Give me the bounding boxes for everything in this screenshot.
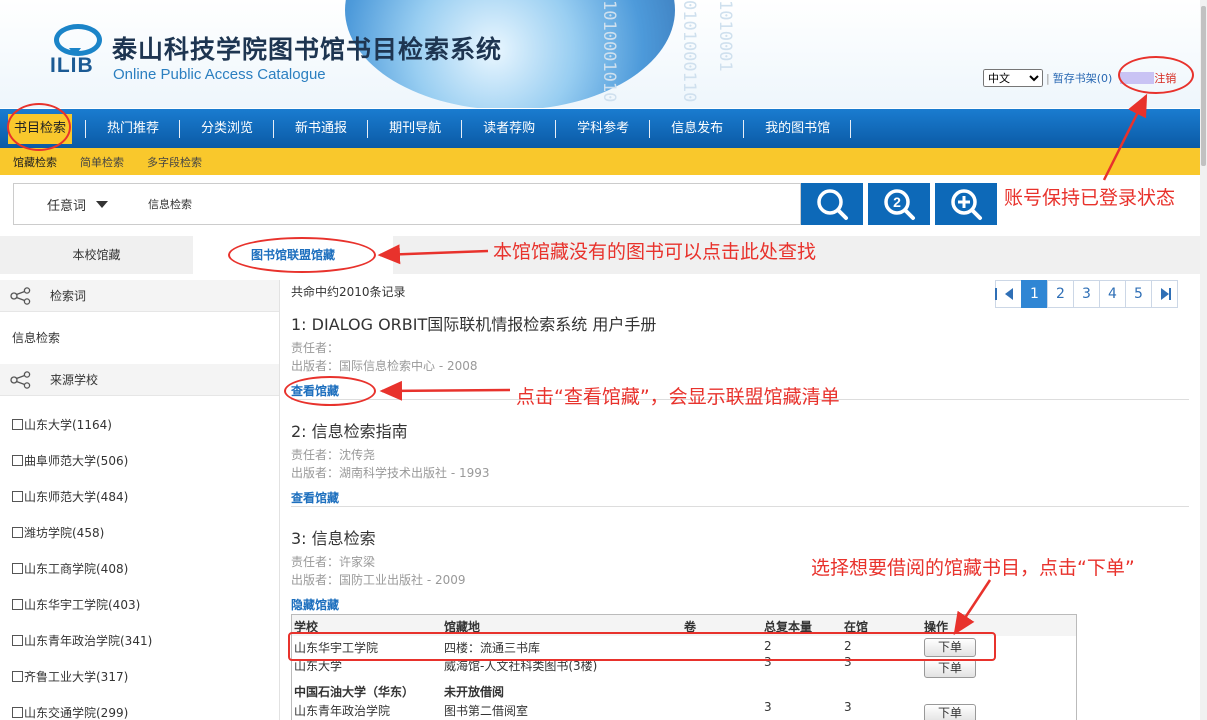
school-filter-item[interactable]: 山东华宇工学院(403)	[0, 586, 279, 622]
nav-news[interactable]: 信息发布	[650, 109, 745, 148]
record-title[interactable]: 3: 信息检索	[291, 525, 1189, 549]
first-page-icon	[994, 288, 1013, 300]
school-filter-item[interactable]: 山东师范大学(484)	[0, 478, 279, 514]
site-title: 泰山科技学院图书馆书目检索系统	[112, 35, 503, 64]
pagination: 1 2 3 4 5	[994, 280, 1178, 308]
binary-decoration: 0101000110	[679, 0, 699, 103]
divider	[291, 506, 1189, 507]
advanced-search-button[interactable]: 2	[868, 183, 930, 225]
search-2-icon: 2	[884, 189, 915, 220]
chevron-down-icon	[96, 200, 108, 208]
school-filter-item[interactable]: 曲阜师范大学(506)	[0, 442, 279, 478]
school-filter-item[interactable]: 山东交通学院(299)	[0, 694, 279, 720]
subnav-multi-field-search[interactable]: 多字段检索	[147, 154, 202, 170]
page-3[interactable]: 3	[1073, 280, 1100, 308]
checkbox[interactable]	[12, 418, 23, 430]
record-author: 责任者：沈传尧	[291, 448, 376, 462]
search-icon	[817, 189, 848, 220]
annotation-circle-union	[228, 237, 376, 273]
record-title[interactable]: 1: DIALOG ORBIT国际联机情报检索系统 用户手册	[291, 311, 1189, 335]
share-icon	[10, 370, 31, 389]
view-holdings-link[interactable]: 查看馆藏	[291, 489, 339, 506]
search-input[interactable]	[141, 183, 801, 225]
school-heading: 来源学校	[0, 364, 279, 396]
annotation-circle-logout	[1118, 56, 1194, 94]
result-record: 2: 信息检索指南 责任者：沈传尧 出版者：湖南科学技术出版社 - 1993	[291, 418, 1189, 482]
nav-new-books[interactable]: 新书通报	[274, 109, 369, 148]
checkbox[interactable]	[12, 454, 23, 466]
table-row: 中国石油大学（华东） 未开放借阅	[294, 685, 505, 699]
page-5[interactable]: 5	[1125, 280, 1152, 308]
school-filter-item[interactable]: 齐鲁工业大学(317)	[0, 658, 279, 694]
annotation-union-text: 本馆馆藏没有的图书可以点击此处查找	[493, 241, 817, 263]
tab-local-holdings[interactable]: 本校馆藏	[0, 236, 193, 274]
last-page-icon	[1160, 288, 1171, 300]
nav-recommend[interactable]: 读者荐购	[462, 109, 557, 148]
page-2[interactable]: 2	[1047, 280, 1074, 308]
header-banner: 1010001010 0101000110 1010001 ILIB 泰山科技学…	[0, 0, 1200, 108]
keyword-heading: 检索词	[0, 280, 279, 312]
page-4[interactable]: 4	[1099, 280, 1126, 308]
checkbox[interactable]	[12, 670, 23, 682]
checkbox[interactable]	[12, 598, 23, 610]
table-row: 山东青年政治学院 图书第二借阅室 3 3 下单	[292, 700, 1076, 720]
nav-browse[interactable]: 分类浏览	[180, 109, 275, 148]
ilib-logo-text: ILIB	[50, 54, 94, 77]
search-type-dropdown[interactable]: 任意词	[13, 183, 142, 225]
last-page-button[interactable]	[1151, 280, 1178, 308]
checkbox[interactable]	[12, 526, 23, 538]
keyword-value: 信息检索	[12, 331, 61, 345]
nav-hot[interactable]: 热门推荐	[86, 109, 181, 148]
site-subtitle: Online Public Access Catalogue	[113, 66, 326, 83]
record-publisher: 出版者：湖南科学技术出版社 - 1993	[291, 466, 490, 480]
annotation-login-text: 账号保持已登录状态	[1004, 187, 1176, 209]
checkbox[interactable]	[12, 706, 23, 718]
annotation-circle-catalog	[7, 103, 71, 151]
order-button[interactable]: 下单	[924, 704, 976, 720]
arrow-view	[379, 380, 511, 401]
record-publisher: 出版者：国际信息检索中心 - 2008	[291, 359, 478, 373]
checkbox[interactable]	[12, 634, 23, 646]
checkbox[interactable]	[12, 490, 23, 502]
annotation-circle-view	[284, 376, 376, 406]
language-select[interactable]: 中文	[983, 69, 1043, 87]
annotation-order-text: 选择想要借阅的馆藏书目，点击“下单”	[811, 557, 1135, 579]
annotation-view-text: 点击“查看馆藏”，会显示联盟馆藏清单	[516, 386, 840, 408]
cart-link[interactable]: 暂存书架(0)	[1053, 70, 1113, 86]
record-title[interactable]: 2: 信息检索指南	[291, 418, 1189, 442]
school-filter-item[interactable]: 潍坊学院(458)	[0, 514, 279, 550]
nav-journals[interactable]: 期刊导航	[368, 109, 463, 148]
school-filter-item[interactable]: 山东工商学院(408)	[0, 550, 279, 586]
nav-subject[interactable]: 学科参考	[556, 109, 651, 148]
order-button[interactable]: 下单	[924, 659, 976, 678]
hide-holdings-link[interactable]: 隐藏馆藏	[291, 596, 339, 613]
holdings-table: 学校 馆藏地 卷 总复本量 在馆 操作 山东华宇工学院 四楼：流通三书库 2 2…	[291, 614, 1077, 720]
ilib-logo-icon	[54, 24, 102, 56]
binary-decoration: 1010001010	[599, 0, 619, 103]
nav-my-library[interactable]: 我的图书馆	[744, 109, 852, 148]
school-filter-item[interactable]: 山东大学(1164)	[0, 406, 279, 442]
first-page-button[interactable]	[994, 280, 1022, 308]
svg-text:2: 2	[893, 194, 901, 210]
subnav-holdings-search[interactable]: 馆藏检索	[13, 154, 57, 170]
binary-decoration: 1010001	[715, 0, 735, 72]
scrollbar-thumb[interactable]	[1201, 6, 1206, 166]
annotation-box-order	[288, 632, 996, 661]
checkbox[interactable]	[12, 562, 23, 574]
school-filter-item[interactable]: 山东青年政治学院(341)	[0, 622, 279, 658]
share-icon	[10, 286, 31, 305]
result-count: 共命中约2010条记录	[291, 285, 406, 299]
subnav-simple-search[interactable]: 简单检索	[80, 154, 124, 170]
record-author: 责任者：	[291, 341, 340, 355]
expand-search-button[interactable]	[935, 183, 997, 225]
sub-nav: 馆藏检索 简单检索 多字段检索	[0, 148, 1200, 175]
page-1[interactable]: 1	[1021, 280, 1048, 308]
zoom-plus-icon	[951, 189, 982, 220]
main-nav: 书目检索 热门推荐 分类浏览 新书通报 期刊导航 读者荐购 学科参考 信息发布 …	[0, 109, 1200, 148]
search-button[interactable]	[801, 183, 863, 225]
result-record: 1: DIALOG ORBIT国际联机情报检索系统 用户手册 责任者： 出版者：…	[291, 311, 1189, 375]
facet-sidebar: 检索词 信息检索 来源学校 山东大学(1164) 曲阜师范大学(506) 山东师…	[0, 280, 280, 720]
